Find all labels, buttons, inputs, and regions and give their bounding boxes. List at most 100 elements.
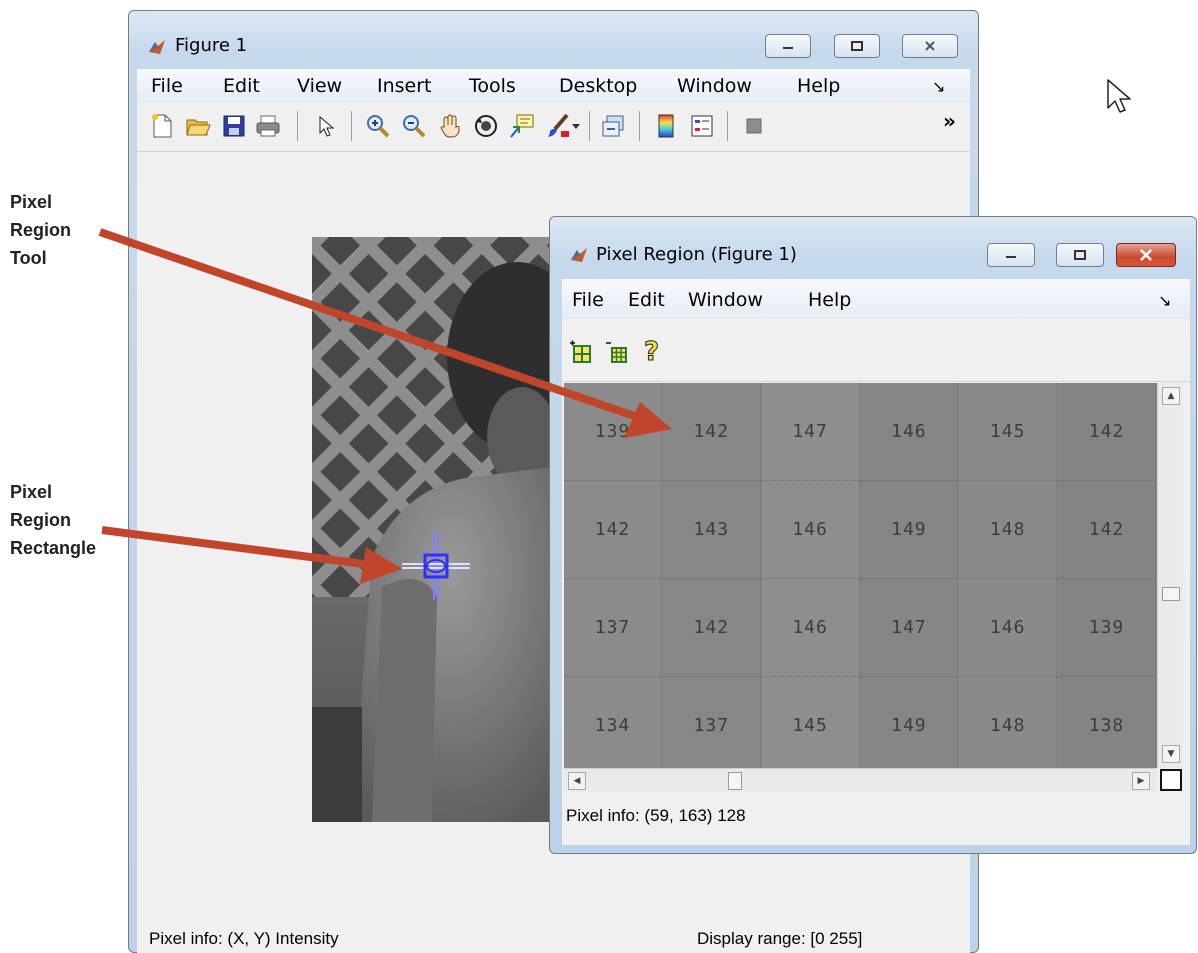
mouse-cursor-icon	[1107, 79, 1131, 113]
pixel-cell[interactable]: 146	[860, 383, 959, 481]
print-icon[interactable]	[255, 113, 281, 139]
horizontal-scroll-thumb[interactable]	[728, 772, 742, 790]
pixel-region-rectangle-label: Pixel Region Rectangle	[10, 482, 97, 558]
horizontal-scrollbar[interactable]: ◀ ▶	[564, 768, 1157, 792]
minimize-button[interactable]	[987, 243, 1035, 267]
link-plot-icon[interactable]	[601, 113, 627, 139]
pixel-cell[interactable]: 134	[564, 677, 662, 768]
brush-icon[interactable]	[545, 113, 571, 139]
pixel-cell[interactable]: 142	[662, 579, 761, 677]
toolbar-separator	[589, 111, 590, 141]
pan-hand-icon[interactable]	[437, 113, 463, 139]
toolbar-overflow-icon[interactable]: »	[943, 109, 956, 133]
toolbar-separator	[351, 111, 352, 141]
menu-view[interactable]: View	[297, 75, 342, 97]
pixel-region-status: Pixel info: (59, 163) 128	[566, 806, 746, 825]
colorbar-icon[interactable]	[653, 113, 679, 139]
pointer-icon[interactable]	[313, 113, 339, 139]
pixel-cell[interactable]: 149	[860, 481, 959, 579]
scroll-up-button[interactable]: ▲	[1162, 387, 1180, 405]
vertical-scroll-thumb[interactable]	[1162, 587, 1180, 601]
menu-window[interactable]: Window	[688, 289, 763, 311]
open-file-icon[interactable]	[185, 113, 211, 139]
legend-icon[interactable]	[689, 113, 715, 139]
close-icon	[925, 41, 935, 51]
pixel-cell[interactable]: 148	[959, 481, 1058, 579]
pixel-cell[interactable]: 146	[959, 579, 1058, 677]
close-button[interactable]	[902, 34, 958, 58]
pixel-cell[interactable]: 142	[564, 481, 662, 579]
pixel-region-menu-bar: File Edit Window Help ↘	[562, 279, 1190, 320]
toolbar-separator	[727, 111, 728, 141]
close-icon	[1140, 249, 1152, 261]
pixel-cell[interactable]: 149	[860, 677, 959, 768]
menu-desktop[interactable]: Desktop	[559, 75, 637, 97]
figure-title-bar[interactable]: Figure 1	[129, 11, 978, 58]
pixel-cell[interactable]: 143	[662, 481, 761, 579]
help-icon[interactable]: ?	[640, 337, 666, 365]
scroll-down-button[interactable]: ▼	[1162, 745, 1180, 763]
pixel-cell[interactable]: 147	[761, 383, 860, 481]
toolbar-separator	[639, 111, 640, 141]
maximize-button[interactable]	[1056, 243, 1104, 267]
dock-arrow-icon[interactable]: ↘	[1158, 291, 1171, 310]
save-icon[interactable]	[221, 113, 247, 139]
pixel-region-toolbar: ?	[562, 319, 1190, 382]
pixel-cell[interactable]: 146	[761, 481, 860, 579]
minimize-icon	[1006, 256, 1016, 258]
vertical-scrollbar[interactable]: ▲ ▼	[1157, 383, 1183, 768]
figure-status-right: Display range: [0 255]	[697, 929, 863, 948]
menu-help[interactable]: Help	[808, 289, 851, 311]
matlab-icon	[148, 38, 166, 56]
pixel-cell[interactable]: 139	[1058, 579, 1156, 677]
grayscale-image[interactable]	[312, 237, 552, 822]
plot-tools-icon[interactable]	[741, 113, 767, 139]
maximize-icon	[1074, 250, 1086, 260]
menu-edit[interactable]: Edit	[223, 75, 260, 97]
close-button[interactable]	[1116, 243, 1176, 267]
maximize-icon	[851, 41, 863, 51]
zoom-in-icon[interactable]	[365, 113, 391, 139]
pixel-cell[interactable]: 138	[1058, 677, 1156, 768]
menu-file[interactable]: File	[572, 289, 604, 311]
menu-tools[interactable]: Tools	[469, 75, 516, 97]
pixel-region-title-bar[interactable]: Pixel Region (Figure 1)	[550, 217, 1196, 267]
menu-help[interactable]: Help	[797, 75, 840, 97]
pixel-value-grid[interactable]: 139 142 147 146 145 142 142 143 146 149 148 142 137 1…	[564, 383, 1157, 768]
dock-arrow-icon[interactable]: ↘	[932, 77, 945, 96]
pixel-cell[interactable]: 146	[761, 579, 860, 677]
data-cursor-icon[interactable]	[509, 113, 535, 139]
minimize-icon	[783, 47, 793, 49]
pixel-cell[interactable]: 148	[959, 677, 1058, 768]
minimize-button[interactable]	[765, 34, 811, 58]
toolbar-separator	[297, 111, 298, 141]
zoom-out-icon[interactable]	[401, 113, 427, 139]
new-figure-icon[interactable]	[149, 113, 175, 139]
pixel-cell[interactable]: 137	[564, 579, 662, 677]
menu-window[interactable]: Window	[677, 75, 752, 97]
menu-edit[interactable]: Edit	[628, 289, 665, 311]
pixel-cell[interactable]: 145	[959, 383, 1058, 481]
pixel-region-rectangle[interactable]	[398, 528, 478, 608]
scroll-left-button[interactable]: ◀	[568, 772, 586, 790]
svg-text:?: ?	[644, 337, 659, 364]
pixel-cell[interactable]: 147	[860, 579, 959, 677]
pixel-cell[interactable]: 142	[1058, 383, 1156, 481]
scroll-corner	[1160, 769, 1182, 791]
rotate-3d-icon[interactable]	[473, 113, 499, 139]
pixel-cell[interactable]: 145	[761, 677, 860, 768]
figure-status-left: Pixel info: (X, Y) Intensity	[149, 929, 339, 948]
pixel-region-tool-label: Pixel Region Tool	[10, 192, 71, 268]
dropdown-arrow-icon[interactable]	[569, 113, 583, 139]
pixel-cell[interactable]: 137	[662, 677, 761, 768]
menu-file[interactable]: File	[151, 75, 183, 97]
menu-insert[interactable]: Insert	[377, 75, 432, 97]
scroll-right-button[interactable]: ▶	[1132, 772, 1150, 790]
maximize-button[interactable]	[834, 34, 880, 58]
pixel-cell[interactable]: 139	[564, 383, 662, 481]
shrink-grid-icon[interactable]	[604, 339, 630, 365]
pixel-cell[interactable]: 142	[1058, 481, 1156, 579]
pixel-region-title: Pixel Region (Figure 1)	[596, 244, 797, 265]
pixel-cell[interactable]: 142	[662, 383, 761, 481]
expand-grid-icon[interactable]	[568, 339, 594, 365]
